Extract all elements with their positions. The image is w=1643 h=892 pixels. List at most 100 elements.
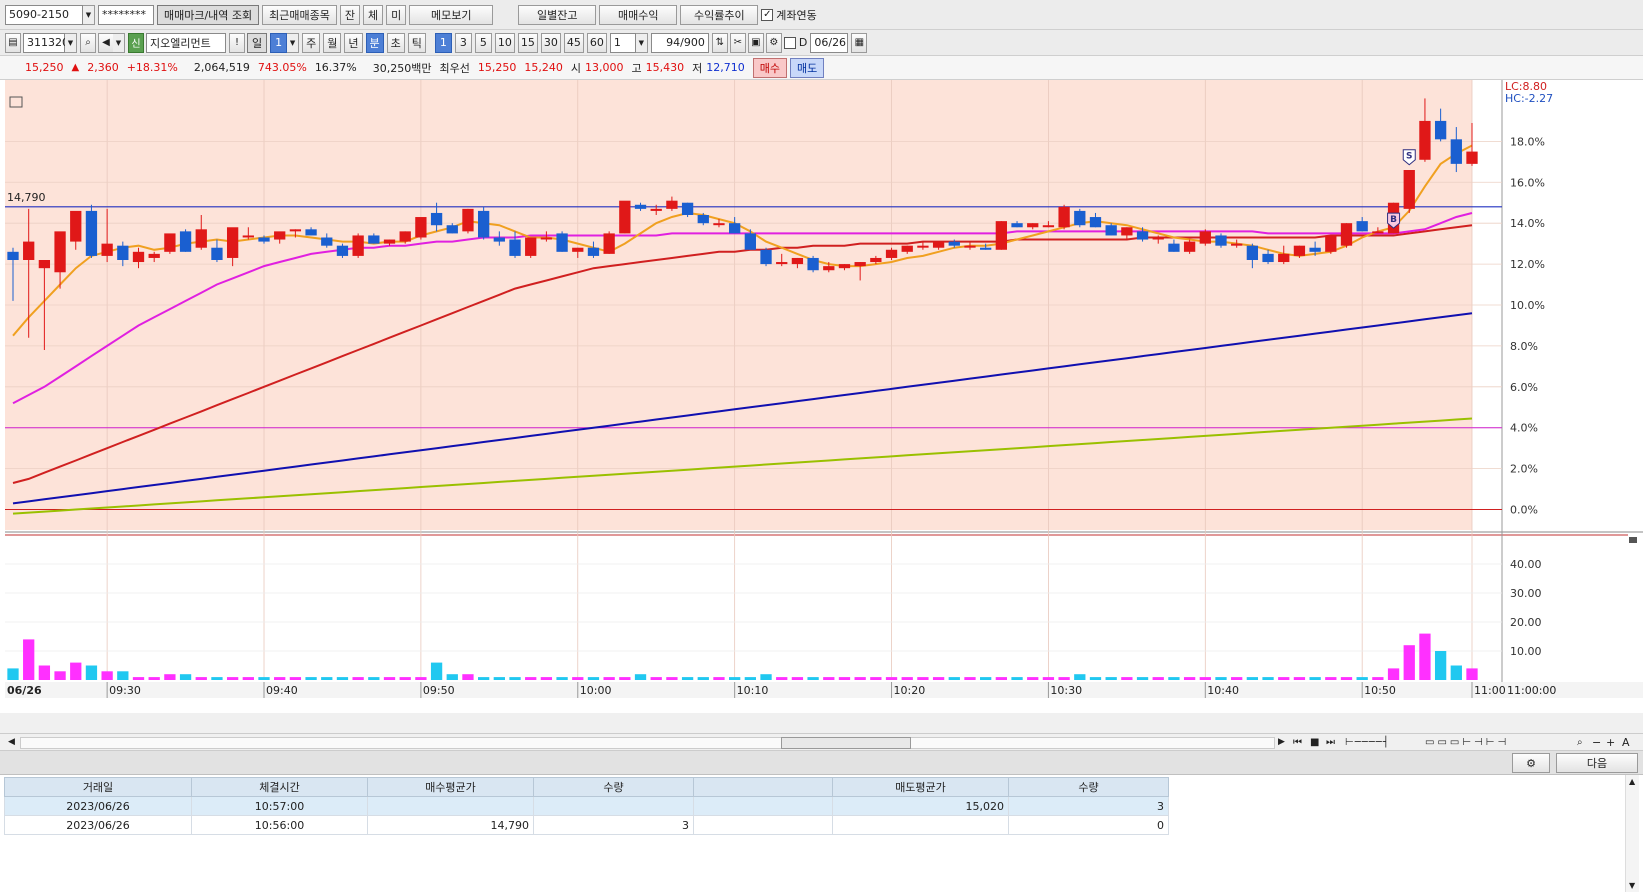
candle-body [70, 210, 82, 242]
first-icon[interactable]: ⏮ [1293, 737, 1302, 748]
tool-icon[interactable]: ✂ [729, 32, 746, 53]
candle-body [1027, 223, 1039, 228]
unit-dropdown-icon[interactable]: ▼ [635, 32, 648, 53]
col-sell-qty[interactable]: 수량 [1008, 777, 1169, 797]
period-second-button[interactable]: 초 [386, 32, 405, 53]
period-month-button[interactable]: 월 [323, 32, 342, 53]
volume-bar [1278, 677, 1290, 680]
memo-view-button[interactable]: 메모보기 [409, 4, 494, 25]
period-value-dropdown-icon[interactable]: ▼ [287, 32, 300, 53]
range-slider-icon[interactable]: ⊢────┤ [1345, 737, 1390, 748]
price-tick-label: 10.0% [1510, 299, 1545, 312]
table-row[interactable]: 2023/06/26 10:56:00 14,790 3 0 [4, 815, 1169, 835]
interval-30-button[interactable]: 30 [540, 32, 561, 53]
zoom-in-icon[interactable]: + [1606, 736, 1615, 749]
candle-body [697, 215, 709, 224]
indicator-icon[interactable]: ⇅ [711, 32, 728, 53]
date-input[interactable]: 06/26 [810, 32, 849, 53]
candle-body [995, 221, 1008, 250]
col-buy-avg[interactable]: 매수평균가 [367, 777, 534, 797]
d-checkbox[interactable] [783, 36, 796, 49]
period-year-button[interactable]: 년 [344, 32, 363, 53]
save-icon[interactable]: ▣ [747, 32, 764, 53]
period-day-button[interactable]: 일 [247, 32, 268, 53]
trade-mark-query-button[interactable]: 매매마크/내역 조회 [157, 4, 260, 25]
password-field[interactable]: ******** [98, 4, 154, 25]
volume-bar [713, 677, 725, 680]
scroll-down-icon[interactable]: ▼ [1629, 881, 1635, 890]
period-minute-button[interactable]: 분 [365, 32, 384, 53]
interval-10-button[interactable]: 10 [494, 32, 515, 53]
account-link-checkbox[interactable]: ✓ [761, 8, 774, 21]
next-button[interactable]: 다음 [1556, 753, 1638, 773]
search-icon[interactable]: ⌕ [80, 32, 96, 53]
speaker-icon[interactable]: ◀ [98, 32, 114, 53]
count-input[interactable]: 94/900 [650, 32, 709, 53]
speaker-dropdown-icon[interactable]: ▼ [113, 32, 125, 53]
candle-body [1450, 139, 1462, 164]
settings-gear-icon[interactable]: ⚙ [1512, 753, 1550, 773]
stock-code-dropdown-icon[interactable]: ▼ [65, 32, 77, 53]
candle-body [870, 257, 882, 263]
col-sell-avg[interactable]: 매도평균가 [832, 777, 1009, 797]
buy-button[interactable]: 매수 [752, 57, 787, 78]
unfilled-button[interactable]: 미 [386, 4, 407, 25]
scroll-right-icon[interactable]: ▶ [1278, 737, 1285, 747]
volume-bar [572, 677, 584, 680]
scroll-left-icon[interactable]: ◀ [8, 737, 15, 747]
stop-icon[interactable]: ■ [1310, 737, 1319, 748]
volume-bar [1293, 677, 1306, 680]
table-row[interactable]: 2023/06/26 10:57:00 15,020 3 [4, 796, 1169, 816]
balance-button[interactable]: 잔 [339, 4, 361, 25]
scroll-up-icon[interactable]: ▲ [1629, 777, 1635, 786]
account-dropdown-icon[interactable]: ▼ [83, 4, 95, 25]
interval-15-button[interactable]: 15 [517, 32, 538, 53]
trade-profit-button[interactable]: 매매수익 [599, 4, 678, 25]
candle-body [148, 253, 160, 258]
font-icon[interactable]: A [1622, 736, 1630, 749]
chart-scrollbar[interactable] [20, 737, 1275, 749]
col-blank[interactable] [693, 777, 833, 797]
table-scrollbar[interactable]: ▲ ▼ [1625, 775, 1639, 892]
period-tick-button[interactable]: 틱 [407, 32, 426, 53]
period-value[interactable]: 1 [270, 32, 288, 53]
volume-bar [148, 677, 160, 680]
col-buy-qty[interactable]: 수량 [533, 777, 694, 797]
zoom-out-icon[interactable]: − [1592, 736, 1601, 749]
candle-body [525, 237, 537, 256]
volume-bar [274, 677, 286, 680]
interval-60-button[interactable]: 60 [586, 32, 607, 53]
scroll-thumb[interactable] [781, 737, 911, 749]
layout-icon[interactable]: ▤ [5, 32, 21, 53]
candle-body [352, 235, 364, 256]
col-trade-date[interactable]: 거래일 [4, 777, 192, 797]
calendar-icon[interactable]: ▦ [851, 32, 868, 53]
account-select[interactable]: 5090-2150 [5, 4, 83, 25]
daily-balance-button[interactable]: 일별잔고 [518, 4, 597, 25]
credit-badge: 신 [128, 32, 144, 53]
price-tick-label: 0.0% [1510, 504, 1538, 517]
profit-trend-button[interactable]: 수익률추이 [680, 4, 759, 25]
candle-body [1168, 243, 1180, 252]
zoom-icon[interactable]: ⌕ [1577, 737, 1583, 748]
period-week-button[interactable]: 주 [302, 32, 321, 53]
col-exec-time[interactable]: 체결시간 [191, 777, 368, 797]
interval-5-button[interactable]: 5 [474, 32, 492, 53]
alert-icon[interactable]: ! [229, 32, 245, 53]
interval-45-button[interactable]: 45 [563, 32, 584, 53]
candle-body [948, 241, 960, 246]
last-icon[interactable]: ⏭ [1326, 737, 1335, 748]
stock-code-input[interactable]: 311320 [23, 32, 69, 53]
interval-3-button[interactable]: 3 [454, 32, 472, 53]
volume-bar [1027, 677, 1039, 680]
interval-1-button[interactable]: 1 [434, 32, 452, 53]
candle-body [493, 237, 505, 242]
executed-button[interactable]: 체 [363, 4, 384, 25]
unit-input[interactable]: 1 [609, 32, 636, 53]
gear-icon[interactable]: ⚙ [765, 32, 782, 53]
recent-trade-items-button[interactable]: 최근매매종목 [262, 4, 337, 25]
candle-body [1199, 231, 1211, 244]
view-tools-icon[interactable]: ▭▭▭⊢⊣⊢⊣ [1425, 737, 1509, 748]
candlestick-chart[interactable]: 18.0% 16.0% 14.0% 12.0% 10.0% 8.0% 6.0% 4.0% 2.0… [0, 80, 1643, 733]
sell-button[interactable]: 매도 [790, 57, 825, 78]
